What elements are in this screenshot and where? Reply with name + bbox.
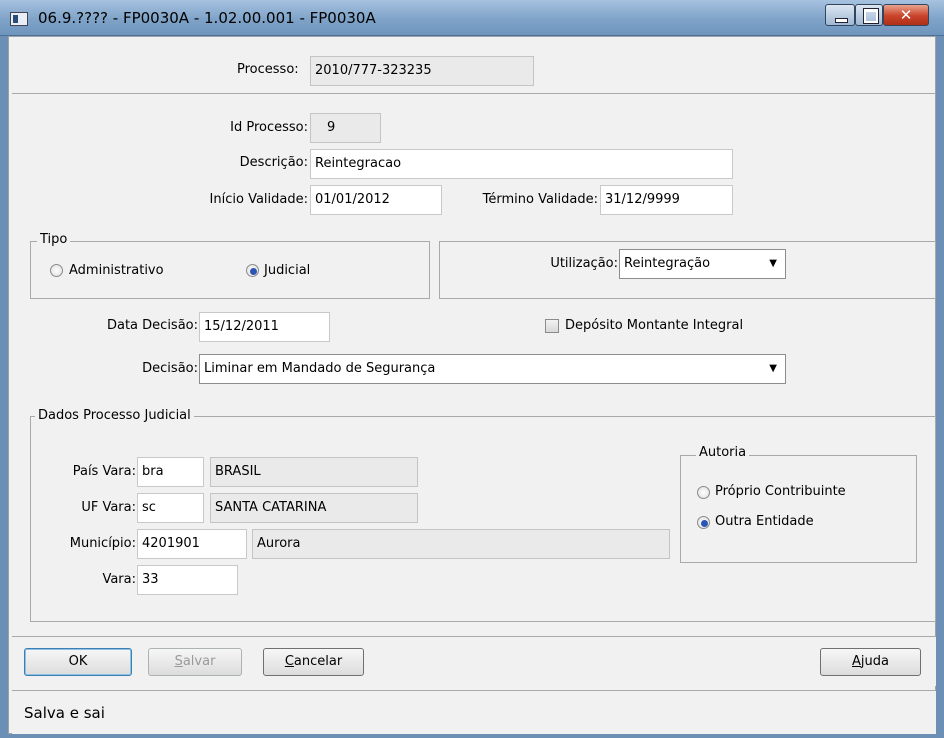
close-button[interactable]: ✕	[883, 4, 929, 26]
tipo-judicial-label[interactable]: Judicial	[264, 263, 310, 278]
ajuda-accesskey: A	[852, 654, 861, 669]
autoria-legend: Autoria	[696, 445, 750, 460]
pais-vara-label: País Vara:	[72, 464, 136, 479]
autoria-proprio-radio[interactable]	[697, 486, 710, 499]
title-bar[interactable]: 06.9.???? - FP0030A - 1.02.00.001 - FP00…	[0, 0, 944, 36]
inicio-validade-input[interactable]: 01/01/2012	[310, 185, 442, 215]
decisao-value: Liminar em Mandado de Segurança	[204, 361, 436, 376]
decisao-select[interactable]: Liminar em Mandado de Segurança ▼	[199, 354, 786, 384]
ok-button[interactable]: OK	[24, 648, 132, 676]
descricao-input[interactable]: Reintegracao	[310, 149, 733, 179]
judicial-legend: Dados Processo Judicial	[35, 408, 194, 423]
salvar-button[interactable]: Salvar	[148, 648, 242, 676]
id-processo-field: 9	[310, 113, 381, 143]
tipo-legend: Tipo	[37, 232, 71, 247]
status-text: Salva e sai	[24, 704, 105, 722]
pais-vara-code-input[interactable]: bra	[137, 457, 204, 487]
termino-validade-input[interactable]: 31/12/9999	[600, 185, 733, 215]
municipio-name: Aurora	[252, 529, 670, 559]
uf-vara-code-input[interactable]: sc	[137, 493, 204, 523]
header-divider	[12, 93, 936, 94]
utilizacao-label: Utilização:	[550, 256, 618, 271]
salvar-accesskey: S	[174, 654, 183, 669]
data-decisao-input[interactable]: 15/12/2011	[199, 312, 330, 342]
processo-field: 2010/777-323235	[310, 56, 534, 86]
autoria-proprio-label[interactable]: Próprio Contribuinte	[715, 484, 846, 499]
close-icon: ✕	[899, 6, 913, 24]
window-title: 06.9.???? - FP0030A - 1.02.00.001 - FP00…	[38, 9, 376, 27]
ajuda-button[interactable]: Ajuda	[820, 648, 921, 676]
uf-vara-name: SANTA CATARINA	[210, 493, 418, 523]
deposito-checkbox[interactable]	[545, 319, 559, 333]
vara-input[interactable]: 33	[137, 565, 238, 595]
uf-vara-label: UF Vara:	[81, 500, 136, 515]
utilizacao-select[interactable]: Reintegração ▼	[619, 249, 786, 279]
cancelar-accesskey: C	[284, 654, 294, 669]
decisao-label: Decisão:	[142, 361, 198, 376]
utilizacao-value: Reintegração	[624, 256, 711, 271]
tipo-administrativo-radio[interactable]	[50, 264, 63, 277]
tipo-judicial-radio[interactable]	[246, 264, 259, 277]
ajuda-label-rest: juda	[860, 654, 889, 669]
termino-validade-label: Término Validade:	[482, 192, 598, 207]
id-processo-label: Id Processo:	[230, 120, 308, 135]
tipo-administrativo-label[interactable]: Administrativo	[69, 263, 164, 278]
minimize-button[interactable]	[825, 4, 855, 26]
client-area	[8, 36, 936, 734]
salvar-label-rest: alvar	[182, 654, 216, 669]
autoria-group	[680, 455, 917, 563]
cancelar-button[interactable]: Cancelar	[263, 648, 364, 676]
vara-label: Vara:	[102, 572, 136, 587]
cancelar-label-rest: ancelar	[293, 654, 343, 669]
inicio-validade-label: Início Validade:	[209, 192, 308, 207]
autoria-outra-radio[interactable]	[697, 516, 710, 529]
maximize-button[interactable]	[855, 4, 883, 26]
chevron-down-icon: ▼	[769, 258, 777, 269]
municipio-label: Município:	[69, 536, 136, 551]
municipio-code-input[interactable]: 4201901	[137, 529, 247, 559]
pais-vara-name: BRASIL	[210, 457, 418, 487]
status-bar: Salva e sai	[12, 690, 936, 734]
data-decisao-label: Data Decisão:	[106, 318, 198, 333]
app-icon	[10, 12, 28, 26]
descricao-label: Descrição:	[239, 155, 308, 170]
chevron-down-icon: ▼	[769, 363, 777, 374]
autoria-outra-label[interactable]: Outra Entidade	[715, 514, 814, 529]
processo-label: Processo:	[237, 62, 299, 77]
deposito-label[interactable]: Depósito Montante Integral	[565, 318, 743, 333]
